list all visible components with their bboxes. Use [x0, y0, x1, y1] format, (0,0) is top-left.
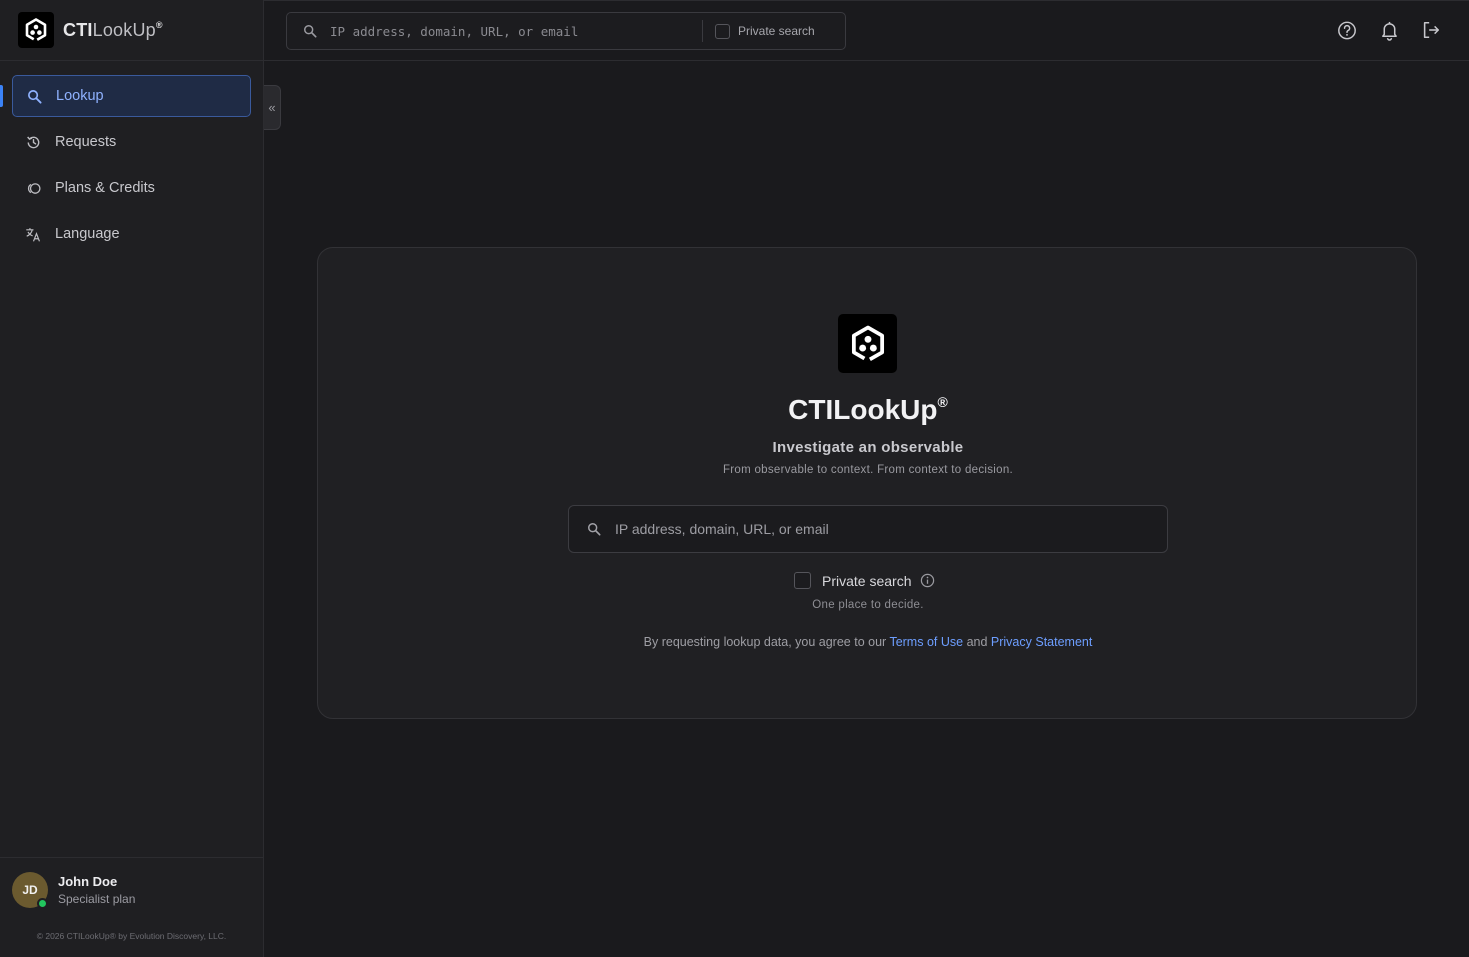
search-icon: [26, 88, 43, 105]
sidebar-item-label: Requests: [55, 134, 117, 150]
search-icon: [586, 522, 601, 537]
top-private-search-toggle[interactable]: Private search: [715, 23, 815, 39]
page-subtitle: Investigate an observable: [772, 439, 964, 456]
tagline: From observable to context. From context…: [722, 464, 1014, 476]
private-search-label: Private search: [822, 572, 912, 589]
terms-of-use-link[interactable]: Terms of Use: [889, 635, 963, 649]
sidebar-item-requests[interactable]: Requests: [12, 121, 251, 163]
sidebar-item-plans-credits[interactable]: Plans & Credits: [12, 167, 251, 209]
main-search-bar: [568, 505, 1168, 553]
privacy-statement-link[interactable]: Privacy Statement: [991, 635, 1092, 649]
sidebar-item-lookup[interactable]: Lookup: [12, 75, 251, 117]
user-profile[interactable]: JD John Doe Specialist plan © 2026 CTILo…: [0, 857, 263, 957]
search-icon: [302, 24, 317, 39]
history-icon: [25, 134, 42, 151]
logout-icon[interactable]: [1421, 19, 1441, 41]
user-name: John Doe: [58, 874, 118, 889]
active-indicator: [0, 85, 3, 107]
private-search-checkbox[interactable]: [715, 23, 730, 39]
translate-icon: [25, 226, 42, 243]
top-search-input[interactable]: [330, 23, 700, 39]
sidebar-item-language[interactable]: Language: [12, 213, 251, 255]
collapse-sidebar-button[interactable]: «: [264, 85, 281, 130]
lookup-card: CTILookUp® Investigate an observable Fro…: [317, 247, 1417, 719]
private-search-hint: One place to decide.: [812, 599, 924, 611]
legal-notice: By requesting lookup data, you agree to …: [643, 635, 1093, 649]
coins-icon: [25, 180, 42, 197]
brand-name: CTILookUp®: [63, 19, 163, 40]
sidebar: CTILookUp® Lookup Requests Plans & Credi…: [0, 0, 264, 957]
chevrons-left-icon: «: [268, 100, 276, 115]
divider: [702, 20, 703, 42]
user-plan: Specialist plan: [58, 892, 136, 906]
sidebar-item-label: Lookup: [56, 88, 104, 104]
private-search-toggle[interactable]: Private search: [794, 572, 935, 589]
info-icon[interactable]: [920, 573, 935, 588]
page-title: CTILookUp®: [788, 394, 948, 425]
sidebar-item-label: Plans & Credits: [55, 180, 155, 196]
sidebar-item-label: Language: [55, 226, 120, 242]
private-search-label: Private search: [738, 24, 815, 38]
help-icon[interactable]: [1337, 19, 1357, 41]
top-search-bar: Private search: [286, 12, 846, 50]
bell-icon[interactable]: [1379, 19, 1399, 41]
sidebar-nav: Lookup Requests Plans & Credits Language: [12, 75, 251, 259]
online-status-dot: [37, 898, 48, 909]
private-search-checkbox[interactable]: [794, 572, 811, 589]
logo-icon: [18, 12, 54, 48]
copyright: © 2026 CTILookUp® by Evolution Discovery…: [36, 931, 227, 941]
logo-icon: [838, 314, 897, 373]
topbar: Private search: [264, 0, 1469, 61]
brand[interactable]: CTILookUp®: [0, 0, 263, 61]
topbar-actions: [1337, 19, 1441, 41]
main-search-input[interactable]: [615, 521, 1155, 537]
